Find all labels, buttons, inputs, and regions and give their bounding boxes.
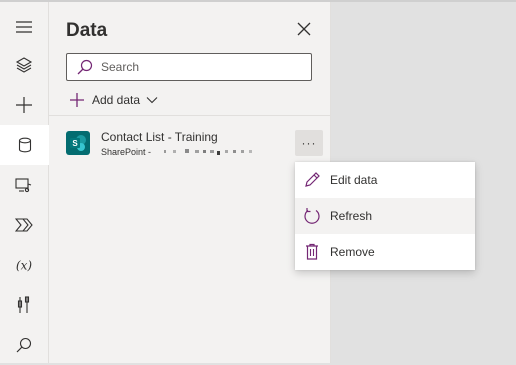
data-source-item[interactable]: S Contact List - Training SharePoint - <box>66 128 313 162</box>
sharepoint-icon: S <box>66 131 90 155</box>
add-data-label: Add data <box>92 93 141 107</box>
trash-icon <box>306 243 318 260</box>
database-icon <box>18 137 31 153</box>
rail-item-search[interactable] <box>0 325 48 365</box>
svg-text:S: S <box>72 139 78 148</box>
chevron-down-icon <box>146 97 158 104</box>
menu-item-label: Refresh <box>330 209 373 223</box>
add-data-button[interactable]: Add data <box>69 90 158 110</box>
search-icon <box>77 59 93 75</box>
redacted-url <box>164 149 252 155</box>
data-source-subtitle: SharePoint - <box>101 147 152 157</box>
tools-icon <box>17 296 30 313</box>
data-source-name: Contact List - Training <box>101 130 218 144</box>
search-box <box>66 53 312 81</box>
search-icon <box>16 337 32 353</box>
variables-icon: (x) <box>16 259 32 273</box>
media-icon <box>15 178 32 193</box>
menu-item-edit-data[interactable]: Edit data <box>295 162 475 198</box>
divider <box>49 115 330 116</box>
refresh-icon <box>304 208 320 224</box>
menu-item-remove[interactable]: Remove <box>295 234 475 270</box>
left-rail: (x) <box>0 2 49 363</box>
hamburger-menu-icon <box>16 21 32 33</box>
close-icon[interactable] <box>296 21 312 37</box>
svg-text:(x): (x) <box>16 259 32 273</box>
plus-icon <box>16 97 32 113</box>
rail-item-media[interactable] <box>0 165 48 205</box>
menu-item-refresh[interactable]: Refresh <box>295 198 475 234</box>
menu-item-label: Edit data <box>330 173 378 187</box>
plus-icon <box>70 93 84 107</box>
layers-icon <box>15 57 33 73</box>
panel-title: Data <box>66 20 108 41</box>
rail-item-data[interactable] <box>0 125 49 165</box>
search-input[interactable] <box>101 58 301 76</box>
menu-item-label: Remove <box>330 245 375 259</box>
context-menu: Edit data Refresh Remove <box>295 162 475 270</box>
rail-item-power-automate[interactable] <box>0 205 48 245</box>
data-panel: Data Add data S Contact List - Training … <box>49 2 331 363</box>
more-options-button[interactable]: ··· <box>295 130 323 156</box>
rail-item-tools[interactable] <box>0 285 48 325</box>
rail-item-tree-view[interactable] <box>0 45 48 85</box>
power-automate-icon <box>15 218 33 232</box>
rail-item-menu[interactable] <box>0 7 48 47</box>
rail-item-variables[interactable]: (x) <box>0 245 48 285</box>
rail-item-insert[interactable] <box>0 85 48 125</box>
edit-icon <box>305 172 320 187</box>
